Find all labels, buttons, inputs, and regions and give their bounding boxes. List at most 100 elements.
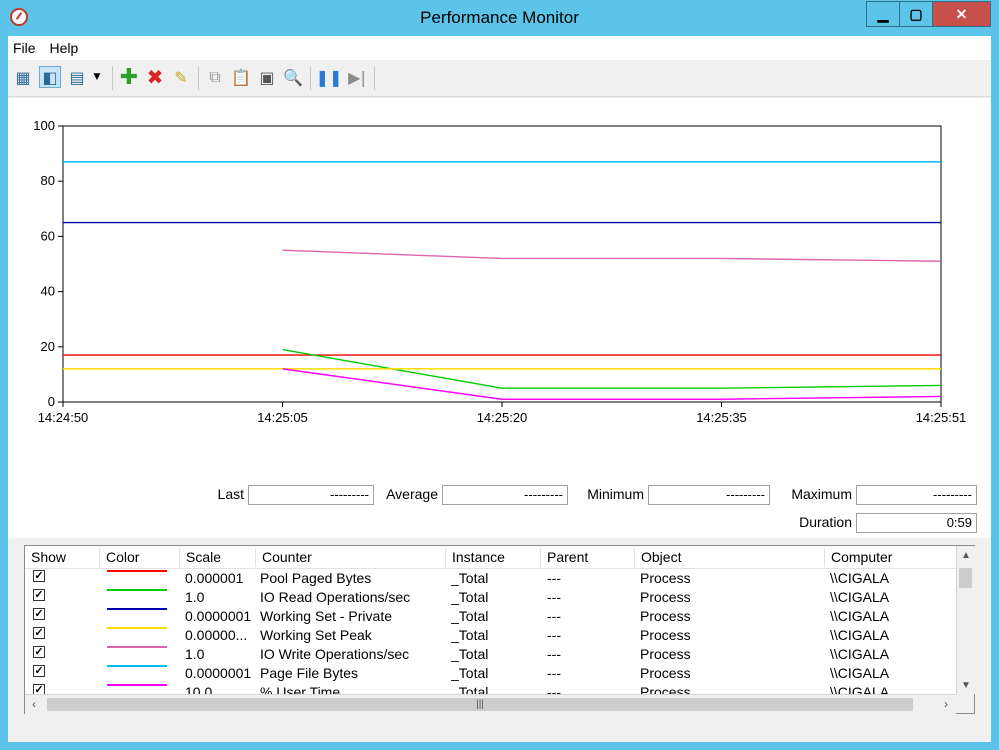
x-tick-label: 14:24:50 <box>38 410 89 425</box>
legend-row[interactable]: ✓ 0.0000001 Page File Bytes _Total --- Proces… <box>25 664 956 683</box>
y-tick-label: 40 <box>41 284 55 299</box>
legend-row[interactable]: ✓ 1.0 IO Read Operations/sec _Total --- Proce… <box>25 588 956 607</box>
scale-cell: 0.0000001 <box>185 608 252 624</box>
legend-row[interactable]: ✓ 0.0000001 Working Set - Private _Total ---… <box>25 607 956 626</box>
parent-cell: --- <box>547 608 561 624</box>
legend-horizontal-scrollbar[interactable]: ‹ ||| › <box>25 694 956 714</box>
header-parent[interactable]: Parent <box>541 549 635 567</box>
object-cell: Process <box>640 589 691 605</box>
counter-cell: Pool Paged Bytes <box>260 570 372 586</box>
scrollbar-corner <box>956 694 974 713</box>
vertical-scroll-thumb[interactable] <box>959 568 972 588</box>
paste-counter-list-button[interactable]: 📋 <box>230 66 252 88</box>
y-tick-label: 100 <box>33 118 55 133</box>
change-graph-type-button[interactable]: ▦ <box>12 66 34 88</box>
toolbar-separator <box>112 66 113 90</box>
object-cell: Process <box>640 665 691 681</box>
object-cell: Process <box>640 627 691 643</box>
close-icon: ✕ <box>955 5 968 22</box>
minimum-value-field: --------- <box>648 485 770 505</box>
scroll-right-button[interactable]: › <box>937 695 955 713</box>
show-checkbox[interactable]: ✓ <box>33 589 45 601</box>
legend-header-row: Show Color Scale Counter Instance Parent… <box>25 546 956 569</box>
properties-icon: ▣ <box>259 67 275 87</box>
instance-cell: _Total <box>451 665 489 681</box>
header-color[interactable]: Color <box>100 549 180 567</box>
change-graph-type-icon: ▦ <box>15 67 31 87</box>
maximize-button[interactable]: ▢ <box>899 1 933 27</box>
legend-row[interactable]: ✓ 1.0 IO Write Operations/sec _Total --- Proc… <box>25 645 956 664</box>
minimum-label: Minimum <box>587 486 644 502</box>
scale-cell: 0.0000001 <box>185 665 252 681</box>
highlight-button[interactable]: ✎ <box>170 66 192 88</box>
computer-cell: \\CIGALA <box>830 608 890 624</box>
performance-monitor-window: Performance Monitor ▁ ▢ ✕ File Help ▦ ◧ … <box>0 0 999 750</box>
duration-value-field: 0:59 <box>856 513 977 533</box>
chevron-down-icon: ▼ <box>961 679 971 691</box>
counter-legend-table: Show Color Scale Counter Instance Parent… <box>24 545 975 714</box>
highlight-icon: ✎ <box>174 67 188 87</box>
horizontal-scroll-thumb[interactable]: ||| <box>47 698 913 711</box>
zoom-button[interactable]: 🔍 <box>282 66 304 88</box>
color-swatch <box>107 646 167 648</box>
menu-file[interactable]: File <box>8 36 41 56</box>
duration-label: Duration <box>799 514 852 530</box>
graph-panel: 0 20 40 60 80 100 14:24:50 14:25:05 14:25:20 14:2… <box>8 98 991 534</box>
copy-properties-button[interactable]: ⧉ <box>204 66 226 88</box>
menu-help[interactable]: Help <box>44 36 83 56</box>
show-checkbox[interactable]: ✓ <box>33 570 45 582</box>
statistics-bar: Last --------- Average --------- Minimum… <box>8 478 991 538</box>
legend-row[interactable]: ✓ 0.00000... Working Set Peak _Total --- Proc… <box>25 626 956 645</box>
counter-cell: Working Set - Private <box>260 608 393 624</box>
computer-cell: \\CIGALA <box>830 627 890 643</box>
title-bar[interactable]: Performance Monitor ▁ ▢ ✕ <box>0 0 999 36</box>
y-tick-label: 20 <box>41 339 55 354</box>
average-value-field: --------- <box>442 485 568 505</box>
minimize-icon: ▁ <box>877 5 889 22</box>
header-scale[interactable]: Scale <box>180 549 256 567</box>
legend-row[interactable]: ✓ 0.000001 Pool Paged Bytes _Total --- Proces… <box>25 569 956 588</box>
show-checkbox[interactable]: ✓ <box>33 608 45 620</box>
header-computer[interactable]: Computer <box>825 549 956 567</box>
delete-counter-button[interactable]: ✖ <box>144 65 166 89</box>
freeze-display-button[interactable]: ❚❚ <box>316 66 343 88</box>
header-instance[interactable]: Instance <box>446 549 541 567</box>
header-show[interactable]: Show <box>25 549 100 567</box>
computer-cell: \\CIGALA <box>830 570 890 586</box>
computer-cell: \\CIGALA <box>830 589 890 605</box>
chevron-up-icon: ▲ <box>961 549 971 561</box>
header-counter[interactable]: Counter <box>256 549 446 567</box>
scale-cell: 0.00000... <box>185 627 248 643</box>
legend-vertical-scrollbar[interactable]: ▲ ▼ <box>956 546 975 694</box>
scroll-up-button[interactable]: ▲ <box>957 546 975 564</box>
y-tick-label: 80 <box>41 173 55 188</box>
line-chart[interactable]: 0 20 40 60 80 100 14:24:50 14:25:05 14:25:20 14:2… <box>8 98 991 448</box>
y-tick-label: 60 <box>41 228 55 243</box>
minimize-button[interactable]: ▁ <box>866 1 900 27</box>
update-data-button[interactable]: ▶| <box>346 66 368 88</box>
show-checkbox[interactable]: ✓ <box>33 646 45 658</box>
close-button[interactable]: ✕ <box>932 1 991 27</box>
counter-cell: IO Write Operations/sec <box>260 646 410 662</box>
parent-cell: --- <box>547 589 561 605</box>
show-checkbox[interactable]: ✓ <box>33 627 45 639</box>
counter-cell: Working Set Peak <box>260 627 372 643</box>
scale-cell: 1.0 <box>185 589 205 605</box>
graph-type-dropdown[interactable]: ▼ <box>90 66 104 88</box>
add-counter-button[interactable]: ✚ <box>118 65 140 90</box>
computer-cell: \\CIGALA <box>830 665 890 681</box>
dropdown-arrow-icon: ▼ <box>93 72 101 82</box>
scroll-left-button[interactable]: ‹ <box>25 695 43 713</box>
view-current-activity-button[interactable]: ◧ <box>39 66 61 88</box>
view-log-data-button[interactable]: ▤ <box>66 66 88 88</box>
computer-cell: \\CIGALA <box>830 646 890 662</box>
properties-button[interactable]: ▣ <box>256 66 278 88</box>
scroll-down-button[interactable]: ▼ <box>957 676 975 694</box>
object-cell: Process <box>640 646 691 662</box>
last-label: Last <box>217 486 244 502</box>
show-checkbox[interactable]: ✓ <box>33 665 45 677</box>
delete-counter-icon: ✖ <box>146 65 164 89</box>
header-object[interactable]: Object <box>635 549 825 567</box>
parent-cell: --- <box>547 665 561 681</box>
color-swatch <box>107 665 167 667</box>
